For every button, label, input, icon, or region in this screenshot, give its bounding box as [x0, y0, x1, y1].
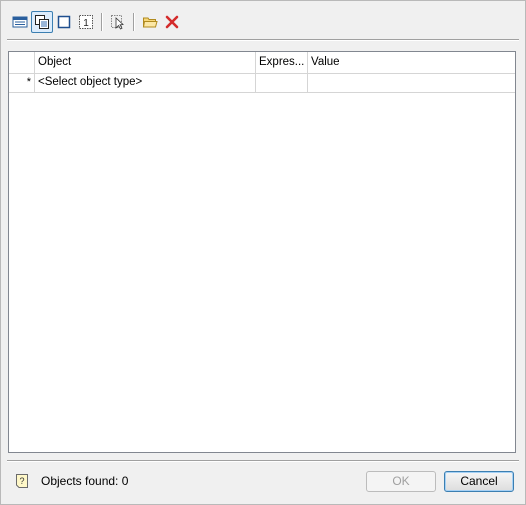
open-folder-button[interactable]	[139, 11, 161, 33]
toolbar-separator	[133, 13, 135, 31]
status-area: ? Objects found: 0	[15, 473, 128, 489]
cancel-button[interactable]: Cancel	[444, 471, 514, 492]
objects-grid[interactable]: Object Expres... Value * <Select object …	[8, 51, 516, 453]
objects-found-status: Objects found: 0	[41, 474, 129, 488]
rectangle-icon	[57, 15, 71, 29]
column-header-value[interactable]: Value	[308, 52, 515, 73]
help-note-icon: ?	[16, 474, 28, 488]
pick-cursor-icon	[111, 15, 124, 30]
select-objects-button[interactable]	[31, 11, 53, 33]
pick-cursor-button[interactable]	[107, 11, 129, 33]
delete-icon	[165, 15, 179, 29]
select-objects-icon	[35, 15, 49, 29]
ok-button[interactable]: OK	[366, 471, 436, 492]
table-row[interactable]: * <Select object type>	[9, 74, 515, 93]
table-view-icon	[12, 16, 28, 28]
toolbar-separator	[101, 13, 103, 31]
toolbar-divider	[7, 39, 519, 41]
toolbar: 1	[9, 10, 183, 34]
column-header-expression[interactable]: Expres...	[256, 52, 308, 73]
row-header-column	[9, 52, 35, 73]
find-objects-dialog: 1 Object Expres... Value * <Select objec…	[0, 0, 526, 505]
numbered-frame-button[interactable]: 1	[75, 11, 97, 33]
folder-open-icon	[142, 17, 158, 28]
column-header-object[interactable]: Object	[35, 52, 256, 73]
delete-button[interactable]	[161, 11, 183, 33]
numbered-frame-icon: 1	[79, 15, 93, 29]
expression-cell[interactable]	[256, 74, 308, 92]
svg-text:?: ?	[19, 476, 24, 486]
footer-divider	[7, 460, 519, 462]
object-cell[interactable]: <Select object type>	[35, 74, 256, 92]
svg-text:1: 1	[83, 18, 89, 29]
table-view-button[interactable]	[9, 11, 31, 33]
rectangle-button[interactable]	[53, 11, 75, 33]
grid-header: Object Expres... Value	[9, 52, 515, 74]
new-row-indicator: *	[9, 74, 35, 92]
value-cell[interactable]	[308, 74, 515, 92]
